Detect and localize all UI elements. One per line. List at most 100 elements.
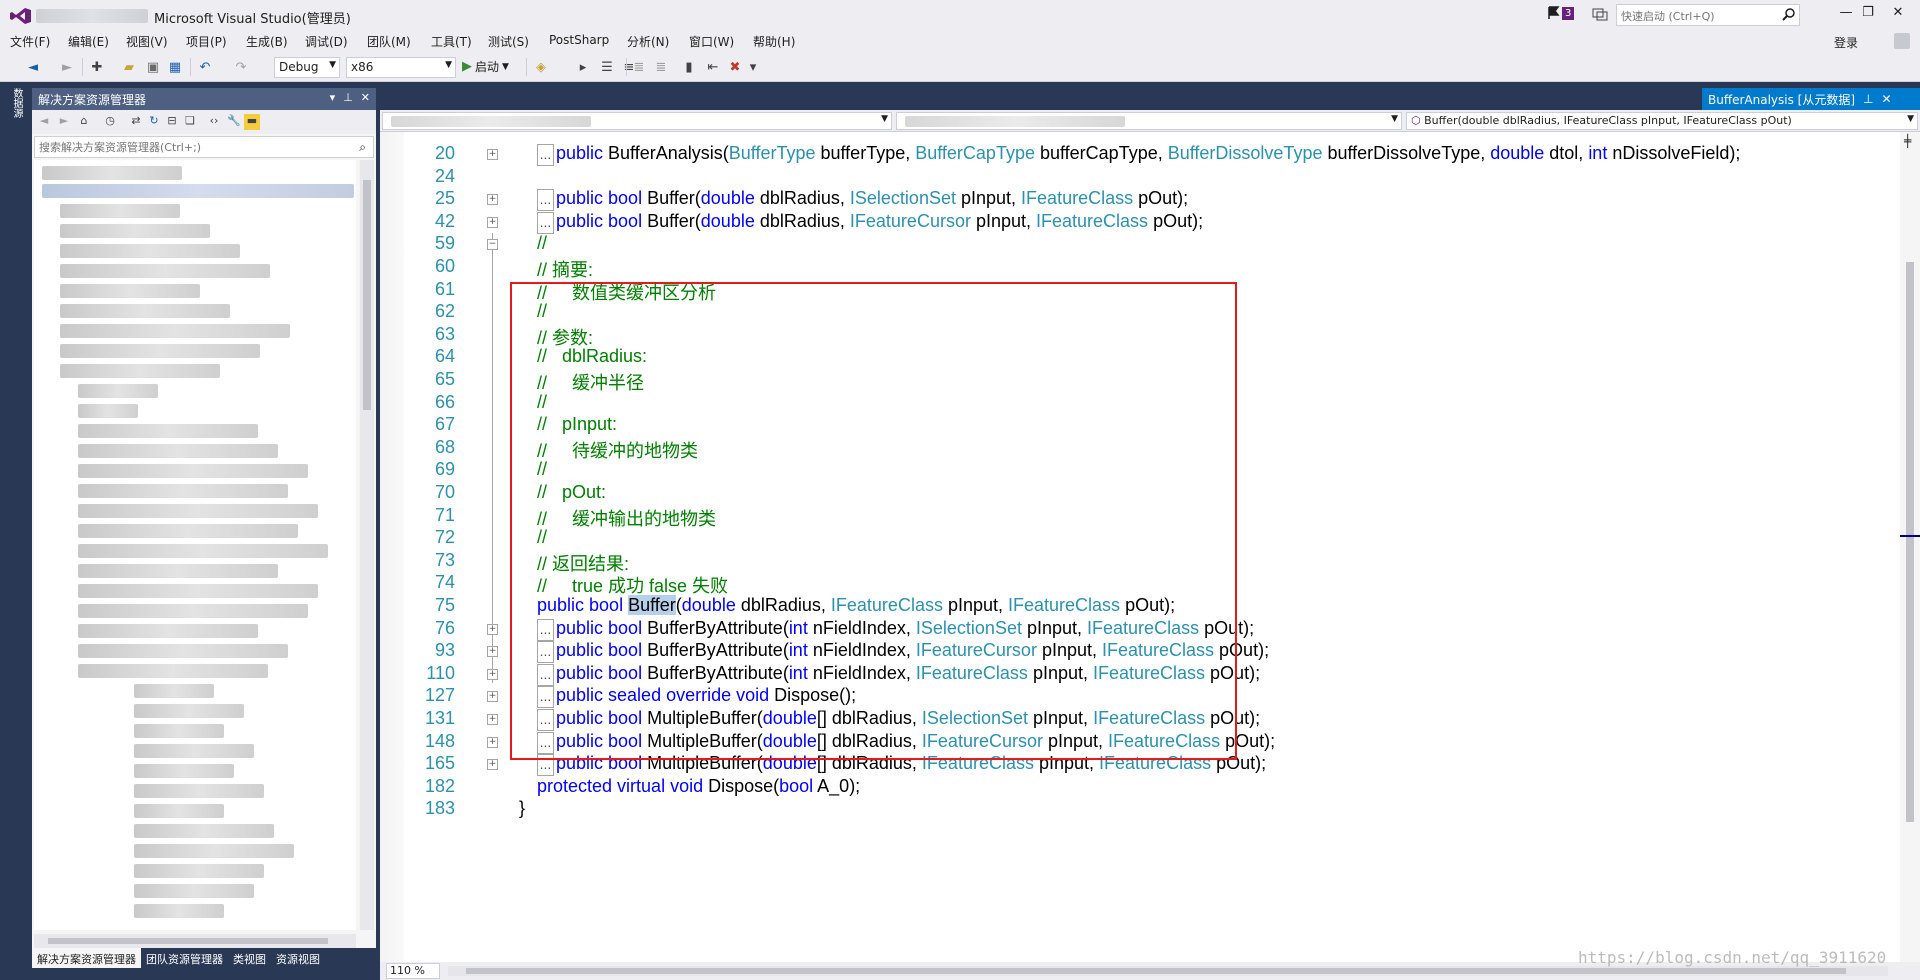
expand-icon[interactable]: + <box>487 149 498 160</box>
collapse-icon[interactable]: − <box>487 239 498 251</box>
sync-icon[interactable]: ⇄ <box>128 114 144 130</box>
step-icon[interactable]: ▸ <box>574 58 592 76</box>
expand-icon[interactable]: + <box>487 691 498 703</box>
redo-icon[interactable]: ↷ <box>232 58 250 76</box>
expand-icon[interactable]: + <box>487 646 498 658</box>
notifications-button[interactable]: 3 <box>1548 6 1575 20</box>
tab-solution-explorer[interactable]: 解决方案资源管理器 <box>32 948 141 968</box>
code-text-area[interactable]: 20 +... public BufferAnalysis(BufferType b… <box>380 132 1900 962</box>
menu-project[interactable]: 项目(P) <box>186 33 227 50</box>
clear-bookmarks-icon[interactable]: ✖ <box>726 58 744 76</box>
tab-team-explorer[interactable]: 团队资源管理器 <box>141 948 228 968</box>
expand-icon[interactable]: + <box>487 736 498 748</box>
user-icon[interactable] <box>1894 33 1910 49</box>
line-number: 110 <box>426 662 455 683</box>
view-code-icon[interactable]: ‹› <box>206 114 222 130</box>
pending-changes-icon[interactable]: ◷ <box>102 114 118 130</box>
collapsed-region-marker[interactable]: ... <box>537 211 554 234</box>
expand-icon[interactable]: + <box>487 759 498 771</box>
menu-tools[interactable]: 工具(T) <box>431 33 472 50</box>
back-icon[interactable]: ◄ <box>24 58 42 76</box>
menu-file[interactable]: 文件(F) <box>10 33 50 50</box>
menu-edit[interactable]: 编辑(E) <box>68 33 109 50</box>
menu-build[interactable]: 生成(B) <box>246 33 288 50</box>
solution-search-input[interactable] <box>34 136 374 158</box>
undo-icon[interactable]: ↶ <box>196 58 214 76</box>
restore-icon[interactable]: ❐ <box>1854 5 1882 23</box>
refresh-icon[interactable]: ↻ <box>146 114 162 130</box>
menu-window[interactable]: 窗口(W) <box>689 33 734 50</box>
tab-class-view[interactable]: 类视图 <box>228 948 271 968</box>
close-icon[interactable]: ✕ <box>1882 92 1892 106</box>
menu-analyze[interactable]: 分析(N) <box>627 33 669 50</box>
prev-bookmark-icon[interactable]: ⇤ <box>704 58 722 76</box>
tab-data-sources[interactable]: 数据源 <box>6 88 24 130</box>
configuration-select[interactable]: Debug ▼ <box>274 57 340 78</box>
collapsed-region-marker[interactable]: ... <box>537 144 554 166</box>
open-file-icon[interactable]: ▰ <box>120 58 138 76</box>
document-tab[interactable]: BufferAnalysis [从元数据] ⊥ ✕ <box>1702 88 1920 110</box>
align-icon[interactable]: ☰ <box>598 58 616 76</box>
member-dropdown[interactable]: ⬡ Buffer(double dblRadius, IFeatureClass… <box>1406 112 1918 130</box>
split-window-icon[interactable]: ╪ <box>1904 134 1911 148</box>
collapse-all-icon[interactable]: ⊟ <box>164 114 180 130</box>
start-debugging-button[interactable]: ▶ 启动 ▼ <box>462 58 509 75</box>
panel-menu-icon[interactable]: ▾ <box>330 91 336 104</box>
new-project-icon[interactable]: ✚ <box>88 58 106 76</box>
project-dropdown[interactable]: ▼ <box>382 112 892 130</box>
solution-tree[interactable] <box>34 160 356 930</box>
menu-debug[interactable]: 调试(D) <box>305 33 348 50</box>
pin-icon[interactable]: ⊥ <box>343 91 353 104</box>
solution-vertical-scrollbar[interactable] <box>360 160 374 930</box>
sign-in-link[interactable]: 登录 <box>1834 34 1858 51</box>
preview-icon[interactable]: ▬ <box>244 114 260 130</box>
zoom-select[interactable]: 110 % <box>386 963 440 979</box>
menu-test[interactable]: 测试(S) <box>488 33 529 50</box>
feedback-icon[interactable] <box>1592 6 1608 22</box>
search-icon[interactable] <box>1782 7 1796 21</box>
line-number: 68 <box>434 436 455 457</box>
code-vertical-scrollbar[interactable]: ╪ <box>1900 132 1920 962</box>
forward-icon[interactable]: ► <box>58 58 76 76</box>
save-all-icon[interactable]: ▦ <box>166 58 184 76</box>
properties-icon[interactable]: 🔧 <box>226 114 242 130</box>
home-icon[interactable]: ⌂ <box>76 114 92 130</box>
type-token: IFeatureCursor <box>849 210 971 231</box>
search-icon[interactable]: ⌕ <box>359 140 366 155</box>
expand-icon[interactable]: + <box>487 668 498 680</box>
quick-launch-input[interactable] <box>1616 4 1800 26</box>
close-icon[interactable]: ✕ <box>361 91 370 104</box>
menu-view[interactable]: 视图(V) <box>126 33 168 50</box>
toolbar-overflow-icon[interactable]: ▾ <box>744 58 762 76</box>
code-horizontal-scrollbar[interactable] <box>448 966 1888 976</box>
bookmark-icon[interactable]: ▮ <box>680 58 698 76</box>
save-icon[interactable]: ▣ <box>144 58 162 76</box>
type-dropdown[interactable]: ▼ <box>896 112 1402 130</box>
close-icon[interactable]: ✕ <box>1884 5 1912 23</box>
platform-select[interactable]: x86 ▼ <box>346 57 456 78</box>
collapsed-region-marker[interactable]: ... <box>537 189 554 212</box>
expand-icon[interactable]: + <box>487 714 498 725</box>
forward-icon[interactable]: ► <box>56 114 72 130</box>
menu-team[interactable]: 团队(M) <box>367 33 411 50</box>
line-number: 165 <box>424 753 455 774</box>
expand-icon[interactable]: + <box>487 194 498 206</box>
method-icon: ⬡ <box>1411 114 1421 127</box>
solution-horizontal-scrollbar[interactable] <box>34 934 356 948</box>
menu-help[interactable]: 帮助(H) <box>753 33 795 50</box>
browser-link-icon[interactable]: ◈ <box>532 58 550 76</box>
flag-icon <box>1548 6 1560 19</box>
back-icon[interactable]: ◄ <box>36 114 52 130</box>
tab-resource-view[interactable]: 资源视图 <box>271 948 325 968</box>
expand-icon[interactable]: + <box>487 623 498 635</box>
standard-toolbar: ◄ ► ✚ ▰ ▣ ▦ ↶ ↷ Debug ▼ x86 ▼ ▶ 启动 ▼ ◈ ▸… <box>0 52 1920 82</box>
chevron-down-icon: ▼ <box>1907 114 1914 124</box>
menu-postsharp[interactable]: PostSharp <box>549 33 609 47</box>
comment-icon[interactable]: ≣ <box>630 58 648 76</box>
expand-icon[interactable]: + <box>487 216 498 228</box>
uncomment-icon[interactable]: ≣ <box>652 58 670 76</box>
pin-icon[interactable]: ⊥ <box>1863 92 1873 106</box>
code-line[interactable]: 183} <box>380 797 1880 824</box>
show-all-files-icon[interactable]: ❏ <box>182 114 198 130</box>
code-editor: BufferAnalysis [从元数据] ⊥ ✕ ▼ ▼ ⬡ Buffer(d… <box>380 88 1920 980</box>
